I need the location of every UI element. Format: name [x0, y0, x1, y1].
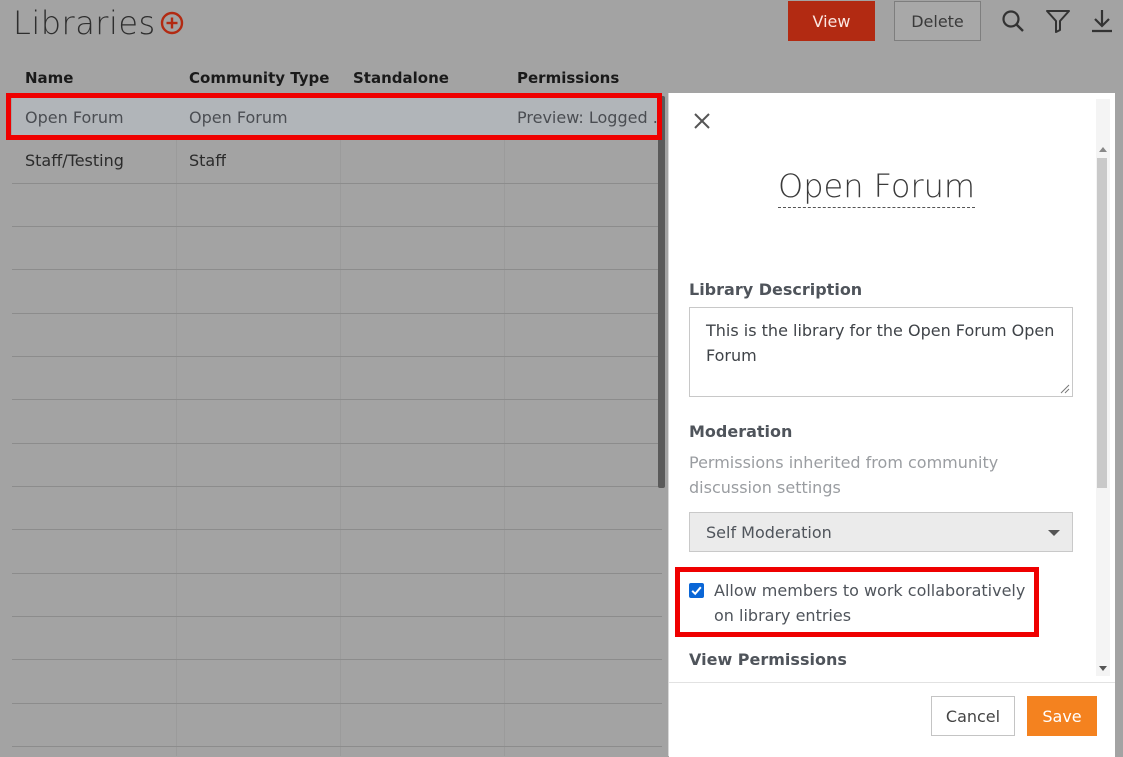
add-circle-icon[interactable]: [159, 10, 185, 36]
table-row: [12, 400, 662, 444]
library-description-label: Library Description: [689, 280, 863, 299]
table-row: [12, 573, 662, 617]
save-button[interactable]: Save: [1027, 696, 1097, 736]
moderation-label: Moderation: [689, 422, 793, 441]
table-scrollbar[interactable]: [658, 96, 665, 488]
page-title: Libraries: [13, 4, 156, 42]
cancel-button[interactable]: Cancel: [931, 696, 1015, 736]
resize-grip-icon[interactable]: [1060, 384, 1070, 394]
close-icon[interactable]: [691, 110, 713, 132]
table-row: [12, 313, 662, 357]
panel-title[interactable]: Open Forum: [778, 167, 976, 208]
highlight-box-selected-row: [6, 93, 662, 140]
view-button[interactable]: View: [788, 1, 875, 41]
download-icon[interactable]: [1089, 8, 1115, 34]
panel-footer: Cancel Save: [669, 682, 1115, 757]
search-icon[interactable]: [1000, 8, 1026, 34]
cell-community-type: Staff: [189, 151, 227, 170]
panel-scrollbar-thumb[interactable]: [1097, 158, 1107, 488]
table-header: Name Community Type Standalone Permissio…: [12, 64, 662, 94]
moderation-note: Permissions inherited from community dis…: [689, 453, 999, 497]
highlight-box-checkbox: [675, 567, 1039, 637]
table-row: [12, 486, 662, 530]
delete-button[interactable]: Delete: [894, 1, 981, 41]
table-row: [12, 660, 662, 704]
moderation-select[interactable]: Self Moderation: [689, 512, 1073, 552]
table-row: [12, 703, 662, 747]
table-row: [12, 356, 662, 400]
chevron-down-icon: [1048, 530, 1060, 536]
table-row[interactable]: Staff/Testing Staff: [12, 140, 662, 184]
library-description-value: This is the library for the Open Forum O…: [706, 321, 1055, 365]
moderation-select-value: Self Moderation: [706, 523, 832, 542]
view-permissions-label: View Permissions: [689, 650, 847, 669]
filter-icon[interactable]: [1045, 8, 1071, 34]
column-header-name[interactable]: Name: [25, 69, 73, 87]
table-row: [12, 226, 662, 270]
table-row: [12, 183, 662, 227]
table-row: [12, 270, 662, 314]
table-row: [12, 616, 662, 660]
column-header-standalone[interactable]: Standalone: [353, 69, 449, 87]
cell-name: Staff/Testing: [25, 151, 124, 170]
column-header-community-type[interactable]: Community Type: [189, 69, 329, 87]
scroll-up-icon[interactable]: [1099, 147, 1107, 152]
library-description-field[interactable]: This is the library for the Open Forum O…: [689, 307, 1073, 397]
library-detail-panel: Open Forum Library Description This is t…: [668, 93, 1115, 757]
scroll-down-icon[interactable]: [1099, 666, 1107, 671]
table-row: [12, 443, 662, 487]
table-row: [12, 530, 662, 574]
column-header-permissions[interactable]: Permissions: [517, 69, 619, 87]
